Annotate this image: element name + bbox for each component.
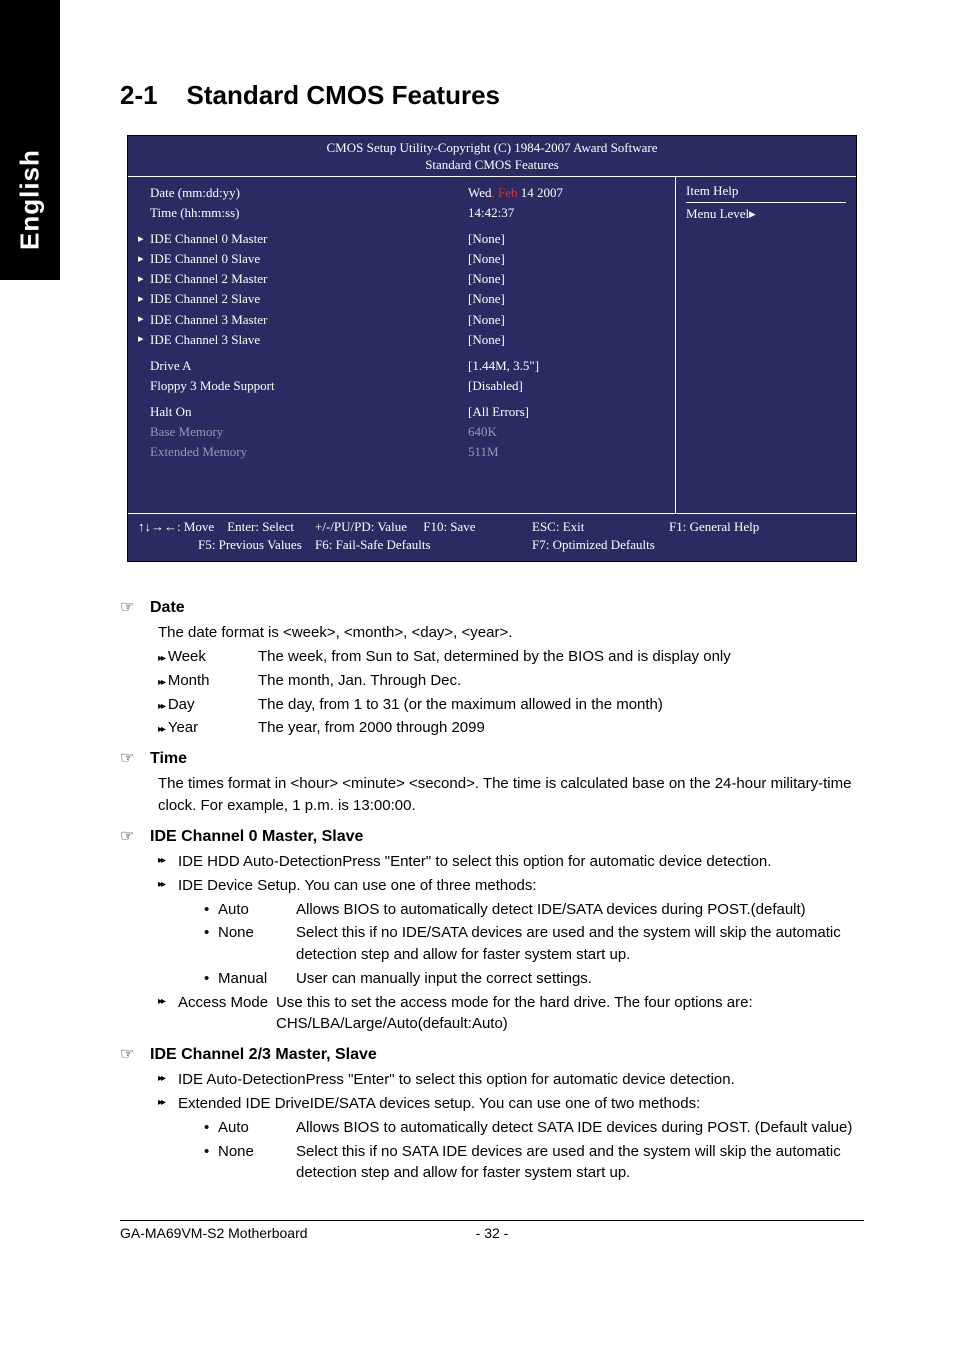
pointer-icon [120,596,150,619]
bios-date-label: Date (mm:dd:yy) [150,183,240,203]
footer-model: GA-MA69VM-S2 Motherboard [120,1225,442,1241]
bullet-desc: Allows BIOS to automatically detect IDE/… [296,899,864,921]
bullet-term: None [218,1141,296,1163]
bios-ide-value: [None] [408,229,665,249]
def-term: Month [158,670,258,692]
bios-ide-label: IDE Channel 2 Slave [150,289,260,309]
bios-main-panel: Date (mm:dd:yy) Wed, Feb 14 2007 Time (h… [128,177,676,513]
def-desc: The week, from Sun to Sat, determined by… [258,646,864,668]
bios-halt-label: Base Memory [150,422,223,442]
triangle-right-icon: ▸ [138,311,150,328]
ide0-autodetect-rest: Press "Enter" to select this option for … [342,851,864,873]
heading-date: Date [150,596,185,619]
bios-ide-label: IDE Channel 3 Slave [150,330,260,350]
pointer-icon [120,1043,150,1066]
bios-halt-value: [All Errors] [408,402,665,422]
bios-time-value: 14:42:37 [408,203,665,223]
bullet-term: Manual [218,968,296,990]
bios-date-week: Wed [468,185,492,200]
footer-page-number: - 32 - [442,1225,542,1241]
ide0-setup-line: IDE Device Setup. You can use one of thr… [178,875,864,897]
bios-halt-value: 511M [408,442,665,462]
time-para: The times format in <hour> <minute> <sec… [120,773,864,817]
bios-screenshot: CMOS Setup Utility-Copyright (C) 1984-20… [127,135,857,562]
bios-help-panel: Item Help Menu Level▸ [676,177,856,513]
heading-ide23: IDE Channel 2/3 Master, Slave [150,1043,377,1066]
date-intro: The date format is <week>, <month>, <day… [120,622,864,644]
bios-ide-value: [None] [408,330,665,350]
bios-key-exit: ESC: Exit [532,519,584,534]
bullet-term: Auto [218,1117,296,1139]
section-heading: 2-1 Standard CMOS Features [120,80,864,111]
pointer-icon [120,747,150,770]
bios-ide-label: IDE Channel 2 Master [150,269,267,289]
language-tab: English [0,0,60,280]
def-term: Week [158,646,258,668]
pointer-icon [120,825,150,848]
bios-drive-label: Floppy 3 Mode Support [150,376,275,396]
triangle-right-icon: ▸ [138,271,150,288]
heading-time: Time [150,747,187,770]
bios-halt-value: 640K [408,422,665,442]
ide0-autodetect-lead: IDE HDD Auto-Detection [178,851,342,873]
triangle-right-icon: ▸ [749,206,756,221]
bullet-desc: Select this if no IDE/SATA devices are u… [296,922,864,966]
bios-ide-label: IDE Channel 3 Master [150,310,267,330]
triangle-right-icon: ▸ [138,291,150,308]
bios-key-value: +/-/PU/PD: Value [315,519,407,534]
bios-key-f7: F7: Optimized Defaults [492,536,846,555]
bios-ide-value: [None] [408,269,665,289]
bios-drive-value: [1.44M, 3.5"] [408,356,665,376]
def-desc: The year, from 2000 through 2099 [258,717,864,739]
bios-ide-value: [None] [408,249,665,269]
section-number: 2-1 [120,80,158,110]
bios-header-line2: Standard CMOS Features [128,157,856,174]
heading-ide0: IDE Channel 0 Master, Slave [150,825,363,848]
access-mode-term: Access Mode [178,992,276,1014]
bios-ide-label: IDE Channel 0 Master [150,229,267,249]
bullet-desc: Select this if no SATA IDE devices are u… [296,1141,864,1185]
bios-menu-level: Menu Level [686,206,749,221]
bullet-desc: User can manually input the correct sett… [296,968,864,990]
access-mode-desc: Use this to set the access mode for the … [276,992,864,1036]
triangle-right-icon: ▸ [138,331,150,348]
def-term: Day [158,694,258,716]
bios-halt-label: Halt On [150,402,192,422]
bios-help-title: Item Help [686,183,846,203]
ide23-autodetect-lead: IDE Auto-Detection [178,1069,306,1091]
bios-date-rest: 14 2007 [518,185,564,200]
section-title-text: Standard CMOS Features [186,80,500,110]
bullet-desc: Allows BIOS to automatically detect SATA… [296,1117,864,1139]
def-desc: The day, from 1 to 31 (or the maximum al… [258,694,864,716]
bios-drive-label: Drive A [150,356,192,376]
bios-key-select: Enter: Select [227,519,294,534]
bios-key-f6: F6: Fail-Safe Defaults [315,536,492,555]
bios-key-help: F1: General Help [669,519,759,534]
bios-ide-label: IDE Channel 0 Slave [150,249,260,269]
def-desc: The month, Jan. Through Dec. [258,670,864,692]
ide23-autodetect-rest: Press "Enter" to select this option for … [306,1069,864,1091]
bios-ide-value: [None] [408,289,665,309]
bios-key-f5: F5: Previous Values [138,536,315,555]
ide23-extdrive-lead: Extended IDE Drive [178,1093,310,1115]
triangle-right-icon: ▸ [138,231,150,248]
page-footer: GA-MA69VM-S2 Motherboard - 32 - [120,1220,864,1241]
ide23-extdrive-rest: IDE/SATA devices setup. You can use one … [310,1093,864,1115]
bios-ide-value: [None] [408,310,665,330]
bios-footer: ↑↓→←: Move Enter: Select +/-/PU/PD: Valu… [128,513,856,562]
bullet-term: Auto [218,899,296,921]
bios-date-month: , Feb [492,185,518,200]
triangle-right-icon: ▸ [138,251,150,268]
bios-header-line1: CMOS Setup Utility-Copyright (C) 1984-20… [128,140,856,157]
bios-key-save: F10: Save [423,519,475,534]
bios-drive-value: [Disabled] [408,376,665,396]
def-term: Year [158,717,258,739]
bios-halt-label: Extended Memory [150,442,247,462]
bios-key-move: ↑↓→←: Move [138,519,214,534]
bullet-term: None [218,922,296,944]
bios-time-label: Time (hh:mm:ss) [150,203,239,223]
